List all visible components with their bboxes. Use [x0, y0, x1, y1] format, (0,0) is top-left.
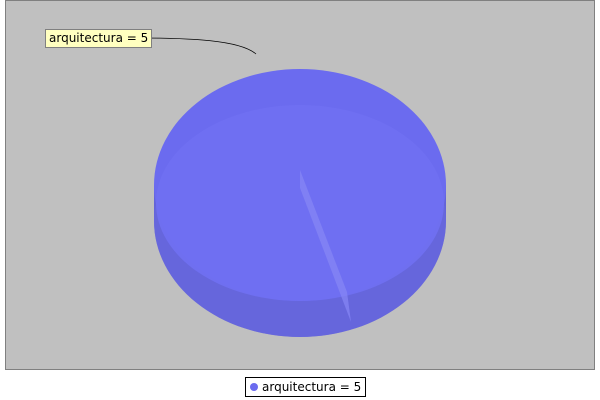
slice-label-leader-line: [137, 37, 257, 55]
legend-swatch-circle: [250, 383, 258, 391]
pie-chart: arquitectura = 5 arquitectura = 5: [0, 0, 600, 400]
legend-entry-label: arquitectura = 5: [262, 380, 362, 394]
legend: arquitectura = 5: [245, 377, 367, 397]
pie-svg: [137, 37, 446, 337]
pie-top-highlight: [156, 105, 444, 301]
slice-label-arquitectura: arquitectura = 5: [45, 29, 153, 48]
